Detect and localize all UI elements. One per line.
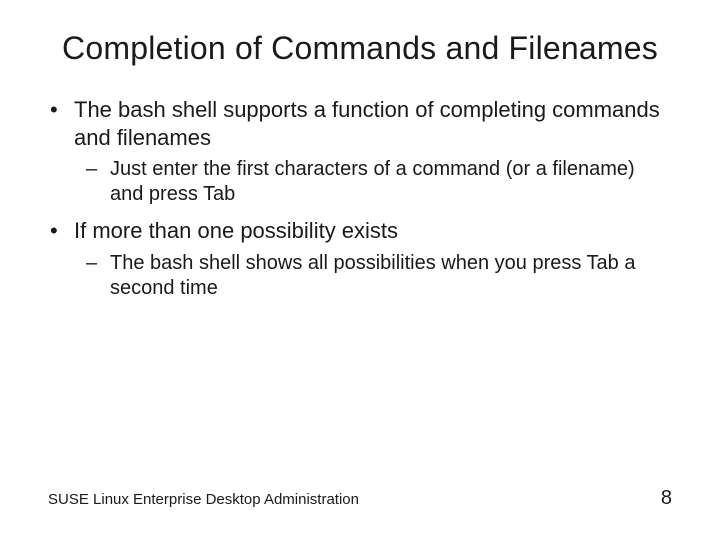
list-item-text: If more than one possibility exists [74,217,672,245]
list-item: • The bash shell supports a function of … [48,96,672,151]
dash-icon: – [86,157,110,207]
list-item-text: The bash shell supports a function of co… [74,96,672,151]
footer-source: SUSE Linux Enterprise Desktop Administra… [48,491,359,508]
bullet-icon: • [48,96,74,151]
list-subitem-text: The bash shell shows all possibilities w… [110,251,672,301]
bullet-icon: • [48,217,74,245]
page-number: 8 [661,487,672,510]
list-subitem-text: Just enter the first characters of a com… [110,157,672,207]
list-subitem: – Just enter the first characters of a c… [86,157,672,207]
bullet-list: • The bash shell supports a function of … [48,96,672,301]
slide-title: Completion of Commands and Filenames [48,28,672,68]
list-subitem: – The bash shell shows all possibilities… [86,251,672,301]
dash-icon: – [86,251,110,301]
slide-footer: SUSE Linux Enterprise Desktop Administra… [48,487,672,510]
list-item: • If more than one possibility exists [48,217,672,245]
